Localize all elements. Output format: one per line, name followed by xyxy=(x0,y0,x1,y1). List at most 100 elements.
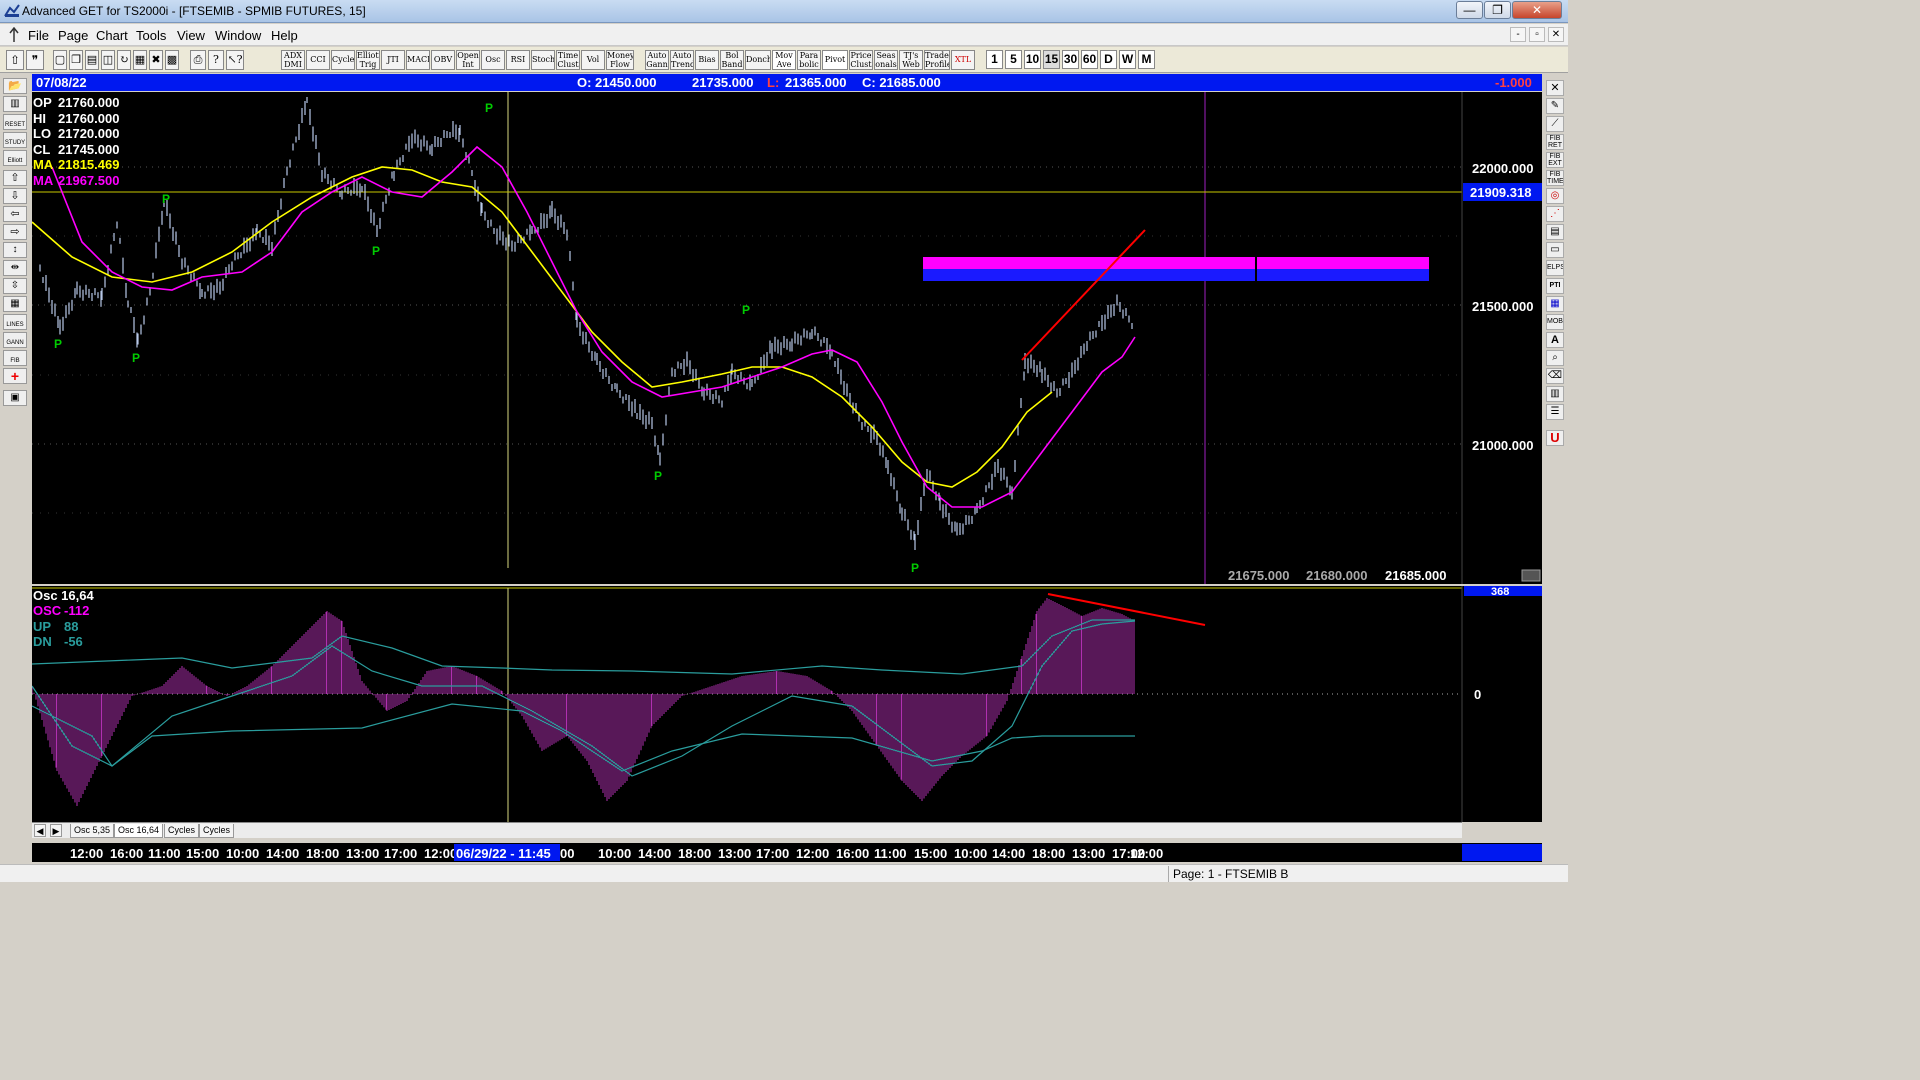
expand-icon[interactable]: ↕ xyxy=(3,242,27,258)
elliott-button[interactable]: Elliott xyxy=(3,150,27,166)
print-icon[interactable]: ⎙ xyxy=(190,50,206,70)
new-page-icon[interactable]: ▢ xyxy=(53,50,67,70)
pen-icon[interactable]: ✎ xyxy=(1546,98,1564,114)
timeframe-w[interactable]: W xyxy=(1119,50,1136,69)
menu-chart[interactable]: Chart xyxy=(96,28,128,43)
menu-view[interactable]: View xyxy=(177,28,205,43)
u-button[interactable]: U xyxy=(1546,430,1564,446)
arrow-right-icon[interactable]: ⇨ xyxy=(3,224,27,240)
menu-tools[interactable]: Tools xyxy=(136,28,166,43)
grid-toggle-icon[interactable]: ▦ xyxy=(3,296,27,312)
cursor-icon[interactable]: ⇧ xyxy=(6,50,24,70)
study-button[interactable]: STUDY xyxy=(3,132,27,148)
toolbar-btn-pivot[interactable]: Pivot xyxy=(822,50,848,70)
line-draw-icon[interactable]: ⟋ xyxy=(1546,116,1564,132)
timeframe-d[interactable]: D xyxy=(1100,50,1117,69)
snapshot-icon[interactable]: ▣ xyxy=(3,390,27,406)
tab-osc-5-35[interactable]: Osc 5,35 xyxy=(70,824,115,838)
toolbar-btn-bias[interactable]: Bias xyxy=(695,50,719,70)
cascade-icon[interactable]: ◫ xyxy=(101,50,115,70)
toolbar-btn-auto-trend[interactable]: Auto Trend xyxy=(670,50,694,70)
layout-icon[interactable]: ▩ xyxy=(165,50,179,70)
toolbar-btn-money-flow[interactable]: Money Flow xyxy=(606,50,634,70)
toolbar-btn-vol[interactable]: Vol xyxy=(581,50,605,70)
gann-button[interactable]: GANN xyxy=(3,332,27,348)
crosshair-icon[interactable]: + xyxy=(3,368,27,384)
bar-icon[interactable]: ▥ xyxy=(1546,386,1564,402)
tool-icon[interactable]: ▥ xyxy=(3,96,27,112)
minimize-button[interactable]: — xyxy=(1456,1,1483,19)
elps-button[interactable]: ELPS xyxy=(1546,260,1564,276)
timeframe-1[interactable]: 1 xyxy=(986,50,1003,69)
close-drawing-icon[interactable]: ✕ xyxy=(1546,80,1564,96)
timeframe-10[interactable]: 10 xyxy=(1024,50,1041,69)
fib-time-button[interactable]: FIB TIME xyxy=(1546,170,1564,186)
open-chart-icon[interactable]: 📂 xyxy=(3,78,27,94)
fan-icon[interactable]: ⋰ xyxy=(1546,206,1564,222)
price-chart[interactable]: P P P P P P P P 22000.000 21500.000 21000.000 2… xyxy=(31,92,1542,584)
tab-osc-16-64[interactable]: Osc 16,64 xyxy=(114,824,164,838)
toolbar-btn-xtl[interactable]: XTL xyxy=(951,50,975,70)
pti-button[interactable]: PTI xyxy=(1546,278,1564,294)
restore-button[interactable]: ❐ xyxy=(1484,1,1511,19)
toolbar-btn-bol-band[interactable]: Bol Band xyxy=(720,50,744,70)
toolbar-btn-cci[interactable]: CCI xyxy=(306,50,330,70)
channel-icon[interactable]: ▤ xyxy=(1546,224,1564,240)
compress-icon[interactable]: ⇳ xyxy=(3,278,27,294)
menu-window[interactable]: Window xyxy=(215,28,261,43)
fib-button[interactable]: FIB xyxy=(3,350,27,366)
timeframe-15[interactable]: 15 xyxy=(1043,50,1060,69)
panel-resize-icon[interactable] xyxy=(1521,569,1541,582)
spiral-icon[interactable]: ◎ xyxy=(1546,188,1564,204)
menu-help[interactable]: Help xyxy=(271,28,298,43)
table-icon[interactable]: ▦ xyxy=(1546,296,1564,312)
toolbar-btn-elliott-trig[interactable]: Elliott Trig xyxy=(356,50,380,70)
toolbar-btn-price-clust[interactable]: Price Clust xyxy=(849,50,873,70)
toolbar-btn-stoch[interactable]: Stoch xyxy=(531,50,555,70)
toolbar-btn-osc[interactable]: Osc xyxy=(481,50,505,70)
arrow-left-icon[interactable]: ⇦ xyxy=(3,206,27,222)
fib-ret-button[interactable]: FIB RET xyxy=(1546,134,1564,150)
tab-cycles-2[interactable]: Cycles xyxy=(199,824,235,838)
toolbar-btn-rsi[interactable]: RSI xyxy=(506,50,530,70)
close-button[interactable]: ✕ xyxy=(1512,1,1562,19)
help-icon[interactable]: ? xyxy=(208,50,224,70)
toolbar-btn-auto-gann[interactable]: Auto Gann xyxy=(645,50,669,70)
toolbar-btn-mov-ave[interactable]: Mov Ave xyxy=(772,50,796,70)
stretch-icon[interactable]: ⇹ xyxy=(3,260,27,276)
toolbar-btn-tjs-web[interactable]: TJ's Web xyxy=(899,50,923,70)
toolbar-btn-donch[interactable]: Donch xyxy=(745,50,771,70)
mdi-restore-button[interactable]: ▫ xyxy=(1529,27,1545,42)
toolbar-btn-macd[interactable]: MACD xyxy=(406,50,430,70)
menu-page[interactable]: Page xyxy=(58,28,88,43)
copy-icon[interactable]: ❐ xyxy=(69,50,83,70)
toolbar-btn-parabolic[interactable]: Para bolic xyxy=(797,50,821,70)
menu-file[interactable]: File xyxy=(28,28,49,43)
box-icon[interactable]: ▭ xyxy=(1546,242,1564,258)
oscillator-panel[interactable]: 368 0 Osc 16,64 OSC -112 UP 88 DN -56 xyxy=(31,586,1542,822)
tile-icon[interactable]: ▤ xyxy=(85,50,99,70)
toolbar-btn-obv[interactable]: OBV xyxy=(431,50,455,70)
timeframe-5[interactable]: 5 xyxy=(1005,50,1022,69)
timeframe-30[interactable]: 30 xyxy=(1062,50,1079,69)
grid-icon[interactable]: ▦ xyxy=(133,50,147,70)
refresh-icon[interactable]: ↻ xyxy=(117,50,131,70)
arrow-up-icon[interactable]: ⇧ xyxy=(3,170,27,186)
toolbar-btn-seasonals[interactable]: Seas onals xyxy=(874,50,898,70)
tab-scroll-left-icon[interactable]: ◀ xyxy=(34,824,46,837)
mdi-close-button[interactable]: ✕ xyxy=(1548,27,1564,42)
zoom-icon[interactable]: ⌕ xyxy=(1546,350,1564,366)
timeframe-m[interactable]: M xyxy=(1138,50,1155,69)
tab-cycles[interactable]: Cycles xyxy=(164,824,200,838)
context-help-icon[interactable]: ↖? xyxy=(226,50,244,70)
toolbar-btn-jti[interactable]: JTI xyxy=(381,50,405,70)
toolbar-btn-trade-profile[interactable]: Trade Profile xyxy=(924,50,950,70)
text-tool-icon[interactable]: A xyxy=(1546,332,1564,348)
toolbar-btn-time-clust[interactable]: Time Clust xyxy=(556,50,580,70)
fib-ext-button[interactable]: FIB EXT xyxy=(1546,152,1564,168)
mdi-minimize-button[interactable]: - xyxy=(1510,27,1526,42)
toolbar-btn-adx-dmi[interactable]: ADX DMI xyxy=(281,50,305,70)
arrow-down-icon[interactable]: ⇩ xyxy=(3,188,27,204)
list-icon[interactable]: ☰ xyxy=(1546,404,1564,420)
tab-scroll-right-icon[interactable]: ▶ xyxy=(50,824,62,837)
